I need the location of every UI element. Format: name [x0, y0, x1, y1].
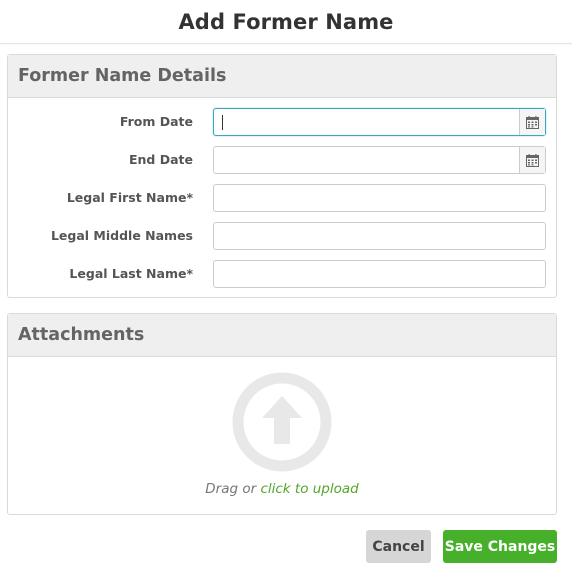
attachments-panel: Attachments Drag or click to upload: [7, 313, 557, 515]
panel-heading-title: Attachments: [18, 325, 145, 345]
from-date-row: From Date: [8, 108, 556, 136]
legal-first-name-row: Legal First Name*: [8, 184, 556, 212]
cancel-button[interactable]: Cancel: [366, 530, 431, 563]
click-to-upload-link[interactable]: click to upload: [260, 481, 358, 497]
dialog-title: Add Former Name: [178, 9, 394, 34]
legal-first-name-label: Legal First Name*: [66, 190, 193, 205]
legal-last-name-field[interactable]: [213, 260, 546, 288]
end-date-field[interactable]: [213, 146, 546, 174]
from-date-calendar-button[interactable]: [519, 109, 545, 135]
drag-text: Drag or: [205, 481, 257, 497]
legal-first-name-field[interactable]: [213, 184, 546, 212]
end-date-calendar-button[interactable]: [519, 147, 545, 173]
text-cursor: [222, 115, 223, 130]
end-date-label: End Date: [128, 152, 193, 167]
end-date-row: End Date: [8, 146, 556, 174]
save-changes-button[interactable]: Save Changes: [443, 530, 557, 563]
calendar-icon: [526, 115, 539, 129]
from-date-field[interactable]: [213, 108, 546, 136]
from-date-label: From Date: [119, 114, 193, 129]
upload-dropzone[interactable]: Drag or click to upload: [8, 357, 556, 514]
panel-heading: Attachments: [8, 314, 556, 357]
add-former-name-dialog: Add Former Name Former Name Details From…: [0, 0, 572, 570]
end-date-input[interactable]: [214, 147, 520, 173]
legal-last-name-row: Legal Last Name*: [8, 260, 556, 288]
legal-last-name-input[interactable]: [214, 261, 545, 287]
legal-middle-names-field[interactable]: [213, 222, 546, 250]
from-date-input[interactable]: [214, 109, 520, 135]
calendar-icon: [526, 153, 539, 167]
legal-last-name-label: Legal Last Name*: [69, 266, 193, 281]
upload-instructions: Drag or click to upload: [8, 481, 556, 497]
panel-heading-title: Former Name Details: [18, 66, 227, 86]
panel-heading: Former Name Details: [8, 55, 556, 98]
upload-arrow-icon[interactable]: [232, 372, 332, 472]
legal-middle-names-label: Legal Middle Names: [50, 228, 193, 243]
legal-middle-names-row: Legal Middle Names: [8, 222, 556, 250]
legal-first-name-input[interactable]: [214, 185, 545, 211]
legal-middle-names-input[interactable]: [214, 223, 545, 249]
dialog-header: Add Former Name: [0, 0, 572, 44]
former-name-details-panel: Former Name Details From Date End Date L…: [7, 54, 557, 298]
